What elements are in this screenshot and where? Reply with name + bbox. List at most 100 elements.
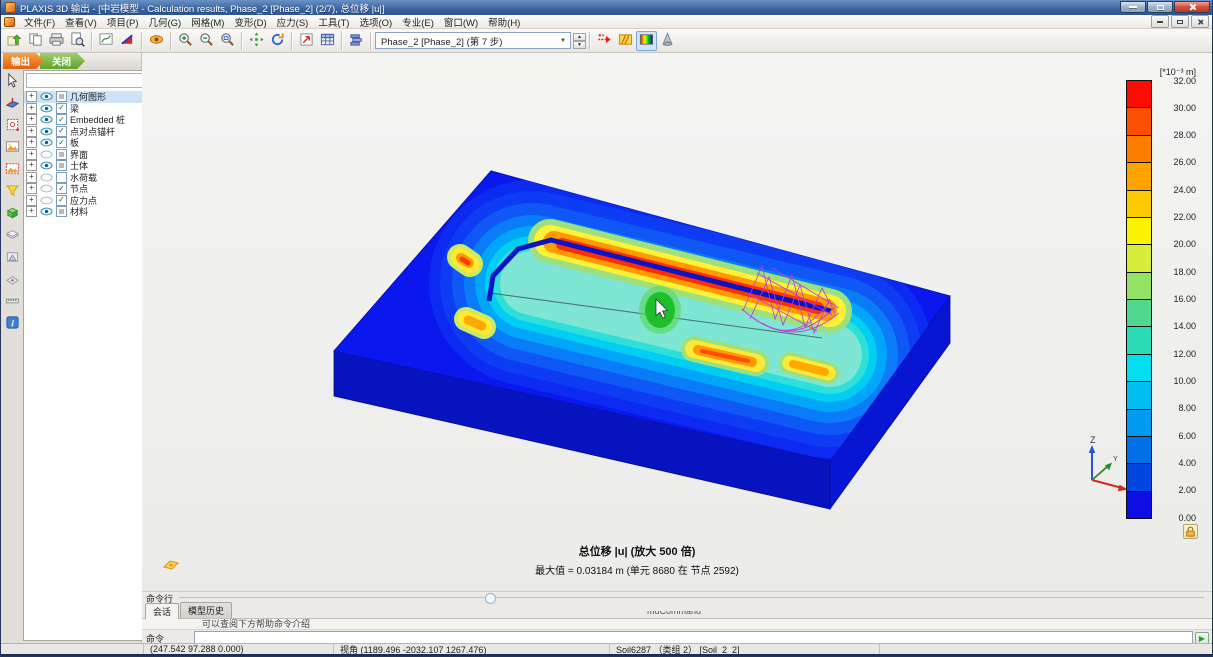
tree-item-点对点锚杆[interactable]: +✓点对点锚杆 [24, 126, 151, 138]
shadings-button[interactable] [636, 31, 657, 51]
expand-icon[interactable]: + [26, 149, 37, 160]
phase-list-button[interactable] [346, 31, 367, 51]
checkbox[interactable] [56, 206, 67, 217]
curves-manager-button[interactable] [96, 31, 117, 51]
table-view-button[interactable] [317, 31, 338, 51]
select-arrow-button[interactable] [3, 72, 22, 91]
report-image-button[interactable] [3, 138, 22, 157]
visibility-eye-icon[interactable] [40, 161, 53, 170]
rotate-view-button[interactable] [267, 31, 288, 51]
slice-button[interactable] [3, 226, 22, 245]
checkbox[interactable]: ✓ [56, 195, 67, 206]
menu-item-V[interactable]: 查看(V) [60, 15, 102, 29]
visibility-eye-icon[interactable] [40, 150, 53, 159]
volume-box-button[interactable] [3, 204, 22, 223]
menu-item-W[interactable]: 窗口(W) [439, 15, 483, 29]
expand-icon[interactable]: + [26, 91, 37, 102]
checkbox[interactable] [56, 91, 67, 102]
spinner-up-button[interactable]: ▲ [573, 33, 586, 41]
filter-button[interactable] [3, 182, 22, 201]
menu-item-O[interactable]: 选项(O) [354, 15, 397, 29]
menu-item-S[interactable]: 应力(S) [272, 15, 314, 29]
checkbox[interactable] [56, 172, 67, 183]
spinner-down-button[interactable]: ▼ [573, 41, 586, 49]
close-button[interactable] [1174, 1, 1210, 13]
checkbox[interactable] [56, 160, 67, 171]
export-report-button[interactable] [4, 31, 25, 51]
visibility-eye-icon[interactable] [40, 184, 53, 193]
hide-items-button[interactable] [146, 31, 167, 51]
tab-model-history[interactable]: 模型历史 [180, 602, 232, 618]
contour-lines-button[interactable] [615, 31, 636, 51]
print-button[interactable] [46, 31, 67, 51]
arrows-plot-button[interactable] [657, 31, 678, 51]
menu-item-D[interactable]: 变形(D) [229, 15, 271, 29]
checkbox[interactable]: ✓ [56, 103, 67, 114]
pan-view-button[interactable] [246, 31, 267, 51]
menu-item-M[interactable]: 网格(M) [186, 15, 229, 29]
menu-item-E[interactable]: 专业(E) [397, 15, 439, 29]
snapshot-button[interactable] [3, 160, 22, 179]
zoom-in-button[interactable] [175, 31, 196, 51]
tab-session[interactable]: 会话 [145, 603, 179, 619]
visibility-eye-icon[interactable] [40, 196, 53, 205]
checkbox[interactable]: ✓ [56, 126, 67, 137]
mdi-minimize-button[interactable] [1151, 15, 1169, 28]
cross-section-tool-button[interactable] [3, 94, 22, 113]
expand-icon[interactable]: + [26, 103, 37, 114]
expand-icon[interactable]: + [26, 183, 37, 194]
visibility-eye-icon[interactable] [40, 138, 53, 147]
tab-output[interactable]: 输出 [3, 53, 44, 69]
print-preview-button[interactable] [67, 31, 88, 51]
zoom-selection-button[interactable] [3, 116, 22, 135]
mdi-restore-button[interactable] [1171, 15, 1189, 28]
checkbox[interactable]: ✓ [56, 183, 67, 194]
visibility-eye-icon[interactable] [40, 104, 53, 113]
reset-view-button[interactable] [296, 31, 317, 51]
toolbar-separator [341, 32, 343, 50]
tree-item-材料[interactable]: +材料 [24, 206, 151, 218]
menu-item-P[interactable]: 项目(P) [102, 15, 144, 29]
zoom-out-button[interactable] [196, 31, 217, 51]
visibility-eye-icon[interactable] [40, 127, 53, 136]
tab-close[interactable]: 关闭 [40, 53, 85, 69]
info-button[interactable]: i [3, 314, 22, 333]
3d-viewport[interactable]: Z X Y [*10⁻³ m] 32.0030.0028.0026.0024.0… [142, 53, 1212, 591]
expand-icon[interactable]: + [26, 114, 37, 125]
mdi-close-button[interactable] [1191, 15, 1209, 28]
expand-icon[interactable]: + [26, 206, 37, 217]
zoom-rectangle-button[interactable] [217, 31, 238, 51]
cross-section-button[interactable] [117, 31, 138, 51]
checkbox[interactable]: ✓ [56, 114, 67, 125]
checkbox[interactable] [56, 149, 67, 160]
incremental-arrows-button[interactable] [594, 31, 615, 51]
iso-surface-button[interactable] [3, 248, 22, 267]
expand-icon[interactable]: + [26, 126, 37, 137]
command-panel-splitter[interactable] [179, 592, 1204, 604]
toolbar-group [296, 31, 338, 51]
copy-page-button[interactable] [25, 31, 46, 51]
minimize-button[interactable] [1120, 1, 1146, 13]
visibility-eye-icon[interactable] [40, 115, 53, 124]
visibility-eye-icon[interactable] [40, 173, 53, 182]
expand-icon[interactable]: + [26, 137, 37, 148]
tree-item-几何图形[interactable]: +几何图形 [24, 91, 151, 103]
plane-tool-button[interactable] [3, 270, 22, 289]
visibility-eye-icon[interactable] [40, 207, 53, 216]
visibility-eye-icon[interactable] [40, 92, 53, 101]
menu-item-G[interactable]: 几何(G) [143, 15, 186, 29]
menu-item-F[interactable]: 文件(F) [19, 15, 60, 29]
maximize-button[interactable] [1147, 1, 1173, 13]
phase-selector[interactable]: Phase_2 [Phase_2] (第 7 步)▼ [375, 32, 571, 49]
legend-lock-button[interactable] [1183, 524, 1198, 539]
expand-icon[interactable]: + [26, 160, 37, 171]
expand-icon[interactable]: + [26, 172, 37, 183]
splitter-knob[interactable] [485, 593, 496, 604]
expand-icon[interactable]: + [26, 195, 37, 206]
menu-item-T[interactable]: 工具(T) [313, 15, 354, 29]
explorer-filter-input[interactable] [26, 73, 149, 88]
ruler-button[interactable] [3, 292, 22, 311]
menu-item-H[interactable]: 帮助(H) [483, 15, 525, 29]
3d-scene[interactable] [142, 53, 1212, 591]
checkbox[interactable]: ✓ [56, 137, 67, 148]
